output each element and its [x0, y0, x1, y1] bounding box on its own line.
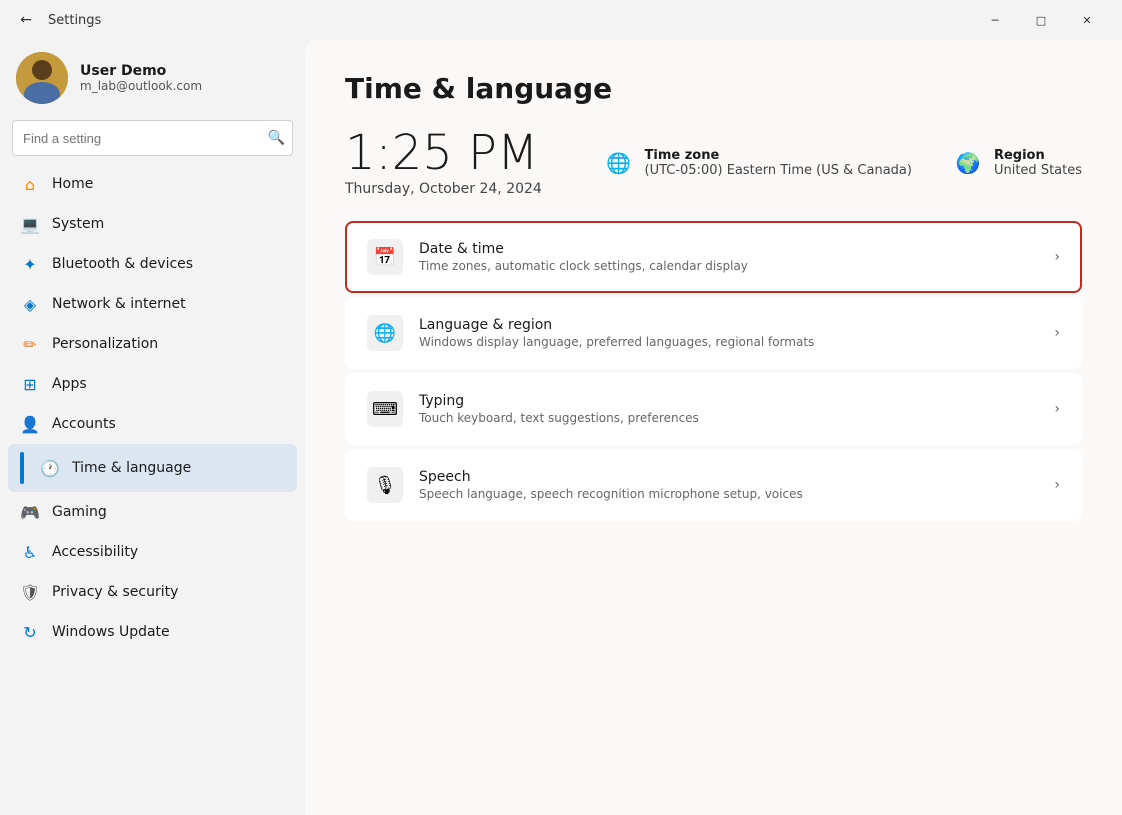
system-icon: 💻 — [20, 214, 40, 234]
nav-label-network: Network & internet — [52, 296, 186, 312]
accessibility-icon: ♿ — [20, 542, 40, 562]
window-controls: ─ □ ✕ — [972, 4, 1110, 36]
nav-item-accounts[interactable]: 👤 Accounts — [8, 404, 297, 444]
user-info: User Demo m_lab@outlook.com — [80, 63, 202, 93]
settings-item-language-region[interactable]: 🌐 Language & region Windows display langua… — [345, 297, 1082, 369]
nav-label-privacy: Privacy & security — [52, 584, 178, 600]
date-time-arrow: › — [1054, 249, 1060, 265]
nav-item-bluetooth[interactable]: ✦ Bluetooth & devices — [8, 244, 297, 284]
nav-item-home[interactable]: ⌂ Home — [8, 164, 297, 204]
nav-label-system: System — [52, 216, 104, 232]
home-icon: ⌂ — [20, 174, 40, 194]
back-button[interactable]: ← — [12, 6, 40, 34]
typing-title: Typing — [419, 393, 1054, 409]
date-time-icon: 📅 — [367, 239, 403, 275]
language-region-icon: 🌐 — [367, 315, 403, 351]
content-area: Time & language 1:25 PM Thursday, Octobe… — [305, 40, 1122, 815]
close-button[interactable]: ✕ — [1064, 4, 1110, 36]
typing-icon: ⌨ — [367, 391, 403, 427]
nav-label-accessibility: Accessibility — [52, 544, 138, 560]
nav-label-apps: Apps — [52, 376, 87, 392]
nav-item-apps[interactable]: ⊞ Apps — [8, 364, 297, 404]
user-email: m_lab@outlook.com — [80, 79, 202, 93]
region-value: United States — [994, 163, 1082, 178]
apps-icon: ⊞ — [20, 374, 40, 394]
speech-desc: Speech language, speech recognition micr… — [419, 487, 1054, 501]
date-time-title: Date & time — [419, 241, 1054, 257]
personalization-icon: ✏ — [20, 334, 40, 354]
maximize-button[interactable]: □ — [1018, 4, 1064, 36]
nav-item-system[interactable]: 💻 System — [8, 204, 297, 244]
speech-title: Speech — [419, 469, 1054, 485]
main-layout: User Demo m_lab@outlook.com 🔍 ⌂ Home 💻 Syst… — [0, 40, 1122, 815]
window-title: Settings — [48, 13, 972, 28]
nav-item-personalization[interactable]: ✏ Personalization — [8, 324, 297, 364]
sidebar: User Demo m_lab@outlook.com 🔍 ⌂ Home 💻 Syst… — [0, 40, 305, 815]
nav-item-accessibility[interactable]: ♿ Accessibility — [8, 532, 297, 572]
region-label: Region — [994, 148, 1082, 163]
settings-list: 📅 Date & time Time zones, automatic clock … — [345, 221, 1082, 521]
language-region-title: Language & region — [419, 317, 1054, 333]
titlebar: ← Settings ─ □ ✕ — [0, 0, 1122, 40]
timezone-info: 🌐 Time zone (UTC-05:00) Eastern Time (US… — [603, 147, 912, 179]
region-info: 🌍 Region United States — [952, 147, 1082, 179]
search-input[interactable] — [12, 120, 293, 156]
date-time-desc: Time zones, automatic clock settings, ca… — [419, 259, 1054, 273]
accounts-icon: 👤 — [20, 414, 40, 434]
date-time-content: Date & time Time zones, automatic clock s… — [419, 241, 1054, 273]
timezone-value: (UTC-05:00) Eastern Time (US & Canada) — [645, 163, 912, 178]
privacy-icon: 🛡 — [20, 582, 40, 602]
current-time: 1:25 PM — [345, 129, 542, 177]
time-header: 1:25 PM Thursday, October 24, 2024 🌐 Tim… — [345, 129, 1082, 197]
nav-item-update[interactable]: ↻ Windows Update — [8, 612, 297, 652]
minimize-button[interactable]: ─ — [972, 4, 1018, 36]
language-region-content: Language & region Windows display languag… — [419, 317, 1054, 349]
settings-item-date-time[interactable]: 📅 Date & time Time zones, automatic clock … — [345, 221, 1082, 293]
search-box: 🔍 — [12, 120, 293, 156]
user-name: User Demo — [80, 63, 202, 79]
avatar — [16, 52, 68, 104]
nav-list: ⌂ Home 💻 System ✦ Bluetooth & devices ◈ Network… — [8, 164, 297, 652]
speech-arrow: › — [1054, 477, 1060, 493]
language-region-desc: Windows display language, preferred lang… — [419, 335, 1054, 349]
update-icon: ↻ — [20, 622, 40, 642]
nav-label-personalization: Personalization — [52, 336, 158, 352]
settings-item-speech[interactable]: 🎙 Speech Speech language, speech recogniti… — [345, 449, 1082, 521]
nav-label-gaming: Gaming — [52, 504, 107, 520]
region-text: Region United States — [994, 148, 1082, 178]
nav-item-time[interactable]: 🕐 Time & language — [8, 444, 297, 492]
nav-item-privacy[interactable]: 🛡 Privacy & security — [8, 572, 297, 612]
speech-icon: 🎙 — [367, 467, 403, 503]
current-date: Thursday, October 24, 2024 — [345, 181, 542, 197]
nav-item-network[interactable]: ◈ Network & internet — [8, 284, 297, 324]
network-icon: ◈ — [20, 294, 40, 314]
search-icon: 🔍 — [268, 130, 285, 146]
language-region-arrow: › — [1054, 325, 1060, 341]
timezone-label: Time zone — [645, 148, 912, 163]
typing-content: Typing Touch keyboard, text suggestions, … — [419, 393, 1054, 425]
nav-label-time: Time & language — [72, 460, 191, 476]
typing-arrow: › — [1054, 401, 1060, 417]
time-info: 🌐 Time zone (UTC-05:00) Eastern Time (US… — [582, 147, 1082, 179]
nav-label-accounts: Accounts — [52, 416, 116, 432]
time-display: 1:25 PM Thursday, October 24, 2024 — [345, 129, 542, 197]
time-icon: 🕐 — [40, 458, 60, 478]
user-profile: User Demo m_lab@outlook.com — [8, 40, 297, 120]
nav-label-home: Home — [52, 176, 93, 192]
nav-label-bluetooth: Bluetooth & devices — [52, 256, 193, 272]
timezone-icon: 🌐 — [603, 147, 635, 179]
nav-label-update: Windows Update — [52, 624, 170, 640]
speech-content: Speech Speech language, speech recognitio… — [419, 469, 1054, 501]
typing-desc: Touch keyboard, text suggestions, prefer… — [419, 411, 1054, 425]
bluetooth-icon: ✦ — [20, 254, 40, 274]
active-indicator — [20, 452, 24, 484]
nav-item-gaming[interactable]: 🎮 Gaming — [8, 492, 297, 532]
region-icon: 🌍 — [952, 147, 984, 179]
page-title: Time & language — [345, 72, 1082, 105]
timezone-text: Time zone (UTC-05:00) Eastern Time (US &… — [645, 148, 912, 178]
gaming-icon: 🎮 — [20, 502, 40, 522]
settings-item-typing[interactable]: ⌨ Typing Touch keyboard, text suggestions,… — [345, 373, 1082, 445]
